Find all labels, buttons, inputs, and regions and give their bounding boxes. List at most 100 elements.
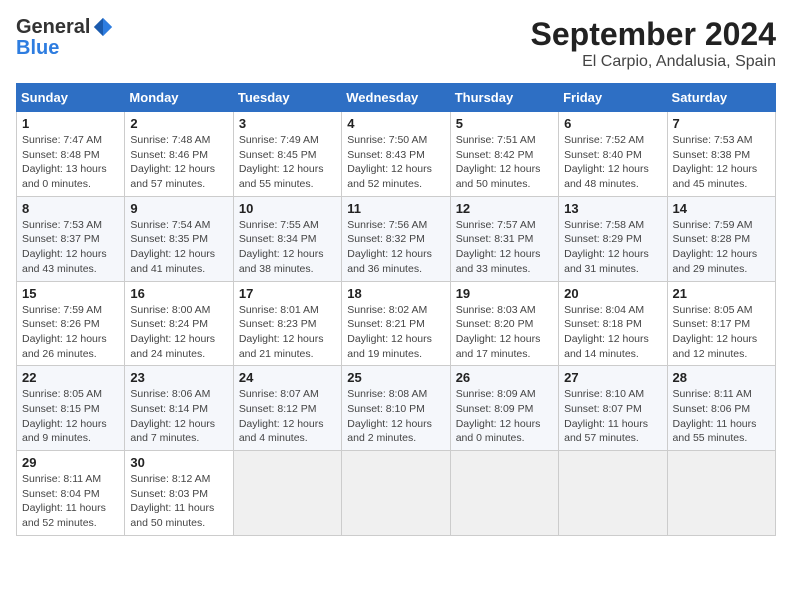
day-number: 20 (564, 286, 661, 301)
calendar-cell: 14 Sunrise: 7:59 AMSunset: 8:28 PMDaylig… (667, 196, 775, 281)
calendar-cell (667, 451, 775, 536)
calendar-cell: 19 Sunrise: 8:03 AMSunset: 8:20 PMDaylig… (450, 281, 558, 366)
day-detail: Sunrise: 7:56 AMSunset: 8:32 PMDaylight:… (347, 219, 432, 275)
day-number: 25 (347, 370, 444, 385)
calendar-week-row: 1 Sunrise: 7:47 AMSunset: 8:48 PMDayligh… (17, 112, 776, 197)
day-number: 17 (239, 286, 336, 301)
day-detail: Sunrise: 8:11 AMSunset: 8:04 PMDaylight:… (22, 473, 106, 529)
day-number: 3 (239, 116, 336, 131)
weekday-header-wednesday: Wednesday (342, 84, 450, 112)
day-number: 15 (22, 286, 119, 301)
logo-icon (92, 16, 114, 38)
calendar-cell: 28 Sunrise: 8:11 AMSunset: 8:06 PMDaylig… (667, 366, 775, 451)
calendar-cell: 5 Sunrise: 7:51 AMSunset: 8:42 PMDayligh… (450, 112, 558, 197)
day-detail: Sunrise: 7:54 AMSunset: 8:35 PMDaylight:… (130, 219, 215, 275)
day-detail: Sunrise: 7:48 AMSunset: 8:46 PMDaylight:… (130, 134, 215, 190)
day-detail: Sunrise: 7:55 AMSunset: 8:34 PMDaylight:… (239, 219, 324, 275)
calendar-cell: 4 Sunrise: 7:50 AMSunset: 8:43 PMDayligh… (342, 112, 450, 197)
day-detail: Sunrise: 8:01 AMSunset: 8:23 PMDaylight:… (239, 304, 324, 360)
day-detail: Sunrise: 7:59 AMSunset: 8:26 PMDaylight:… (22, 304, 107, 360)
day-number: 27 (564, 370, 661, 385)
day-detail: Sunrise: 7:59 AMSunset: 8:28 PMDaylight:… (673, 219, 758, 275)
day-detail: Sunrise: 8:09 AMSunset: 8:09 PMDaylight:… (456, 388, 541, 444)
weekday-header-tuesday: Tuesday (233, 84, 341, 112)
day-number: 11 (347, 201, 444, 216)
calendar-cell: 7 Sunrise: 7:53 AMSunset: 8:38 PMDayligh… (667, 112, 775, 197)
logo: General Blue (16, 16, 114, 58)
page-header: General Blue September 2024 El Carpio, A… (16, 16, 776, 71)
weekday-header-thursday: Thursday (450, 84, 558, 112)
day-number: 18 (347, 286, 444, 301)
day-number: 7 (673, 116, 770, 131)
calendar-cell: 24 Sunrise: 8:07 AMSunset: 8:12 PMDaylig… (233, 366, 341, 451)
calendar-cell: 1 Sunrise: 7:47 AMSunset: 8:48 PMDayligh… (17, 112, 125, 197)
day-detail: Sunrise: 8:04 AMSunset: 8:18 PMDaylight:… (564, 304, 649, 360)
weekday-header-sunday: Sunday (17, 84, 125, 112)
calendar-week-row: 29 Sunrise: 8:11 AMSunset: 8:04 PMDaylig… (17, 451, 776, 536)
day-number: 23 (130, 370, 227, 385)
calendar-cell: 8 Sunrise: 7:53 AMSunset: 8:37 PMDayligh… (17, 196, 125, 281)
day-detail: Sunrise: 7:47 AMSunset: 8:48 PMDaylight:… (22, 134, 107, 190)
calendar-cell (559, 451, 667, 536)
calendar-cell: 13 Sunrise: 7:58 AMSunset: 8:29 PMDaylig… (559, 196, 667, 281)
day-detail: Sunrise: 8:07 AMSunset: 8:12 PMDaylight:… (239, 388, 324, 444)
day-number: 4 (347, 116, 444, 131)
day-number: 14 (673, 201, 770, 216)
day-number: 19 (456, 286, 553, 301)
month-title: September 2024 (531, 16, 776, 53)
day-detail: Sunrise: 8:08 AMSunset: 8:10 PMDaylight:… (347, 388, 432, 444)
day-number: 16 (130, 286, 227, 301)
calendar-cell: 3 Sunrise: 7:49 AMSunset: 8:45 PMDayligh… (233, 112, 341, 197)
calendar-cell: 10 Sunrise: 7:55 AMSunset: 8:34 PMDaylig… (233, 196, 341, 281)
day-number: 6 (564, 116, 661, 131)
day-detail: Sunrise: 8:00 AMSunset: 8:24 PMDaylight:… (130, 304, 215, 360)
day-detail: Sunrise: 8:10 AMSunset: 8:07 PMDaylight:… (564, 388, 648, 444)
day-number: 29 (22, 455, 119, 470)
day-number: 10 (239, 201, 336, 216)
day-detail: Sunrise: 7:50 AMSunset: 8:43 PMDaylight:… (347, 134, 432, 190)
calendar-cell: 6 Sunrise: 7:52 AMSunset: 8:40 PMDayligh… (559, 112, 667, 197)
day-number: 8 (22, 201, 119, 216)
calendar-cell: 2 Sunrise: 7:48 AMSunset: 8:46 PMDayligh… (125, 112, 233, 197)
calendar-cell: 27 Sunrise: 8:10 AMSunset: 8:07 PMDaylig… (559, 366, 667, 451)
day-number: 12 (456, 201, 553, 216)
day-detail: Sunrise: 7:58 AMSunset: 8:29 PMDaylight:… (564, 219, 649, 275)
day-detail: Sunrise: 7:53 AMSunset: 8:38 PMDaylight:… (673, 134, 758, 190)
calendar-table: SundayMondayTuesdayWednesdayThursdayFrid… (16, 83, 776, 536)
day-number: 13 (564, 201, 661, 216)
calendar-cell: 18 Sunrise: 8:02 AMSunset: 8:21 PMDaylig… (342, 281, 450, 366)
day-detail: Sunrise: 8:06 AMSunset: 8:14 PMDaylight:… (130, 388, 215, 444)
day-number: 9 (130, 201, 227, 216)
calendar-cell: 29 Sunrise: 8:11 AMSunset: 8:04 PMDaylig… (17, 451, 125, 536)
day-detail: Sunrise: 7:49 AMSunset: 8:45 PMDaylight:… (239, 134, 324, 190)
weekday-header-monday: Monday (125, 84, 233, 112)
calendar-week-row: 8 Sunrise: 7:53 AMSunset: 8:37 PMDayligh… (17, 196, 776, 281)
title-section: September 2024 El Carpio, Andalusia, Spa… (531, 16, 776, 71)
day-number: 26 (456, 370, 553, 385)
location-title: El Carpio, Andalusia, Spain (531, 53, 776, 71)
day-detail: Sunrise: 8:03 AMSunset: 8:20 PMDaylight:… (456, 304, 541, 360)
day-number: 1 (22, 116, 119, 131)
day-number: 22 (22, 370, 119, 385)
calendar-cell: 15 Sunrise: 7:59 AMSunset: 8:26 PMDaylig… (17, 281, 125, 366)
day-detail: Sunrise: 7:51 AMSunset: 8:42 PMDaylight:… (456, 134, 541, 190)
calendar-cell: 16 Sunrise: 8:00 AMSunset: 8:24 PMDaylig… (125, 281, 233, 366)
calendar-cell: 12 Sunrise: 7:57 AMSunset: 8:31 PMDaylig… (450, 196, 558, 281)
calendar-cell: 20 Sunrise: 8:04 AMSunset: 8:18 PMDaylig… (559, 281, 667, 366)
calendar-cell (342, 451, 450, 536)
day-detail: Sunrise: 8:12 AMSunset: 8:03 PMDaylight:… (130, 473, 214, 529)
calendar-cell: 26 Sunrise: 8:09 AMSunset: 8:09 PMDaylig… (450, 366, 558, 451)
day-detail: Sunrise: 8:05 AMSunset: 8:15 PMDaylight:… (22, 388, 107, 444)
calendar-cell: 9 Sunrise: 7:54 AMSunset: 8:35 PMDayligh… (125, 196, 233, 281)
weekday-header-friday: Friday (559, 84, 667, 112)
day-detail: Sunrise: 7:53 AMSunset: 8:37 PMDaylight:… (22, 219, 107, 275)
day-detail: Sunrise: 8:05 AMSunset: 8:17 PMDaylight:… (673, 304, 758, 360)
calendar-week-row: 15 Sunrise: 7:59 AMSunset: 8:26 PMDaylig… (17, 281, 776, 366)
calendar-cell (233, 451, 341, 536)
weekday-header-saturday: Saturday (667, 84, 775, 112)
day-detail: Sunrise: 8:02 AMSunset: 8:21 PMDaylight:… (347, 304, 432, 360)
calendar-cell: 23 Sunrise: 8:06 AMSunset: 8:14 PMDaylig… (125, 366, 233, 451)
day-detail: Sunrise: 7:52 AMSunset: 8:40 PMDaylight:… (564, 134, 649, 190)
day-detail: Sunrise: 7:57 AMSunset: 8:31 PMDaylight:… (456, 219, 541, 275)
weekday-header-row: SundayMondayTuesdayWednesdayThursdayFrid… (17, 84, 776, 112)
